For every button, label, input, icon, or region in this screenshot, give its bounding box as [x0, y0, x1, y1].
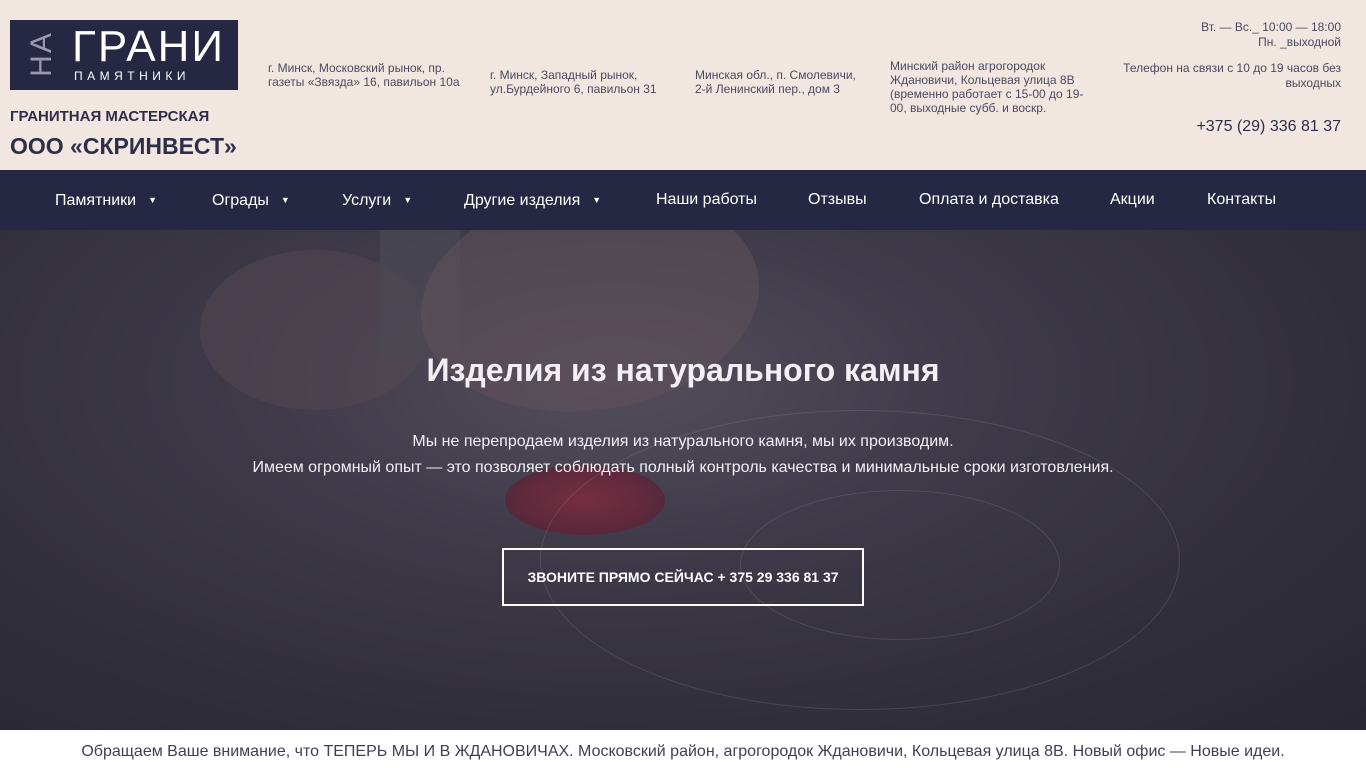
- logo-pamyatniki-text: ПАМЯТНИКИ: [74, 69, 191, 83]
- phone-note: Телефон на связи с 10 до 19 часов без вы…: [1123, 61, 1341, 90]
- logo-grani-text: ГРАНИ: [72, 22, 225, 71]
- hero-subtitle-line: Имеем огромный опыт — это позволяет собл…: [252, 459, 1114, 476]
- nav-item-aktsii[interactable]: Акции: [1110, 170, 1155, 230]
- header-phone-link[interactable]: +375 (29) 336 81 37: [1196, 118, 1341, 136]
- hero-title: Изделия из натурального камня: [426, 352, 940, 388]
- address-zhdanovichi: Минский район агрогородок Ждановичи, Кол…: [890, 59, 1084, 115]
- announcement-bar: Обращаем Ваше внимание, что ТЕПЕРЬ МЫ И …: [0, 730, 1366, 768]
- nav-item-pamyatniki[interactable]: Памятники ▼: [55, 170, 157, 230]
- hero-subtitle-line: Мы не перепродаем изделия из натуральног…: [412, 433, 954, 450]
- logo-na-text: НА: [25, 31, 58, 77]
- chevron-down-icon: ▼: [403, 195, 413, 205]
- nav-item-otzyvy[interactable]: Отзывы: [808, 170, 867, 230]
- nav-item-uslugi[interactable]: Услуги ▼: [342, 170, 412, 230]
- hero-banner: Изделия из натурального камня Мы не пере…: [0, 230, 1366, 730]
- nav-label: Ограды: [212, 192, 269, 209]
- main-nav: Памятники ▼ Ограды ▼ Услуги ▼ Другие издели…: [0, 170, 1366, 230]
- nav-item-oplata-dostavka[interactable]: Оплата и доставка: [919, 170, 1059, 230]
- nav-item-ogrady[interactable]: Ограды ▼: [212, 170, 290, 230]
- company-name: ООО «СКРИНВЕСТ»: [10, 133, 237, 159]
- tagline: ГРАНИТНАЯ МАСТЕРСКАЯ: [10, 108, 210, 125]
- nav-label: Услуги: [342, 192, 392, 209]
- chevron-down-icon: ▼: [280, 195, 290, 205]
- address-west-market: г. Минск, Западный рынок, ул.Бурдейного …: [490, 68, 657, 96]
- address-moscow-market: г. Минск, Московский рынок, пр. газеты «…: [268, 61, 460, 89]
- nav-item-kontakty[interactable]: Контакты: [1207, 170, 1276, 230]
- site-header: НА ГРАНИ ПАМЯТНИКИ ГРАНИТНАЯ МАСТЕРСКАЯ …: [0, 0, 1366, 170]
- nav-item-drugie-izdeliya[interactable]: Другие изделия ▼: [464, 170, 601, 230]
- nav-label: Другие изделия: [464, 192, 581, 209]
- hero-subtitle: Мы не перепродаем изделия из натуральног…: [0, 429, 1366, 481]
- call-now-button[interactable]: ЗВОНИТЕ ПРЯМО СЕЙЧАС + 375 29 336 81 37: [502, 548, 864, 606]
- opening-hours: Вт. — Вс._ 10:00 — 18:00 Пн. _выходной: [1201, 20, 1341, 50]
- logo[interactable]: НА ГРАНИ ПАМЯТНИКИ: [10, 20, 238, 90]
- chevron-down-icon: ▼: [592, 195, 602, 205]
- nav-label: Памятники: [55, 192, 137, 209]
- address-smolevichi: Минская обл., п. Смолевичи, 2-й Ленински…: [695, 68, 856, 96]
- hours-monday: Пн. _выходной: [1258, 35, 1341, 49]
- nav-item-nashi-raboty[interactable]: Наши работы: [656, 170, 757, 230]
- hours-weekdays: Вт. — Вс._ 10:00 — 18:00: [1201, 20, 1341, 34]
- chevron-down-icon: ▼: [148, 195, 158, 205]
